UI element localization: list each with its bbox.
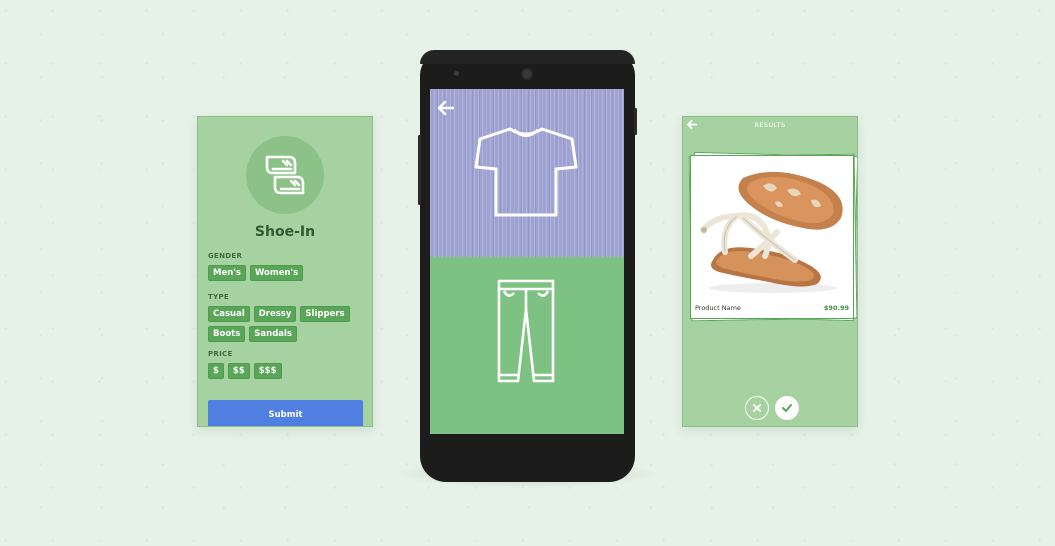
app-title: Shoe-In <box>254 224 316 240</box>
close-icon <box>753 404 761 412</box>
price-label: PRICE <box>208 350 233 358</box>
chip-price-low[interactable]: $ <box>208 363 224 379</box>
bottoms-category-panel[interactable] <box>430 257 624 434</box>
type-label: TYPE <box>208 293 229 301</box>
phone-camera <box>521 68 533 80</box>
tshirt-icon <box>474 127 578 217</box>
phone-power-button <box>634 108 637 135</box>
chip-price-mid[interactable]: $$ <box>227 363 250 379</box>
chip-dressy[interactable]: Dressy <box>253 306 297 322</box>
pants-icon <box>497 279 555 383</box>
results-screen: RESULTS Product Name $90.99 <box>682 116 858 427</box>
phone-screen <box>430 89 624 434</box>
product-card[interactable]: Product Name $90.99 <box>690 155 854 319</box>
tops-category-panel[interactable] <box>430 89 624 257</box>
phone-top-edge <box>420 50 635 64</box>
app-logo <box>246 136 324 214</box>
chip-casual[interactable]: Casual <box>208 306 250 322</box>
chip-mens[interactable]: Men's <box>208 265 246 281</box>
chip-womens[interactable]: Women's <box>249 265 304 281</box>
chip-price-high[interactable]: $$$ <box>253 363 282 379</box>
gender-label: GENDER <box>208 252 243 260</box>
checkmark-icon <box>782 404 792 412</box>
phone-sensor <box>454 71 459 76</box>
submit-button[interactable]: Submit <box>208 400 363 426</box>
gender-options: Men's Women's <box>208 265 366 281</box>
filter-screen: Shoe-In GENDER Men's Women's TYPE Casual… <box>197 116 373 427</box>
back-arrow-icon[interactable] <box>438 101 454 115</box>
shoes-logo-icon <box>265 155 305 195</box>
price-options: $ $$ $$$ <box>208 363 366 379</box>
accept-button[interactable] <box>775 396 799 420</box>
reject-button[interactable] <box>745 396 769 420</box>
product-name: Product Name <box>695 304 741 312</box>
chip-slippers[interactable]: Slippers <box>300 306 350 322</box>
chip-sandals[interactable]: Sandals <box>249 326 297 342</box>
phone-volume-button <box>418 135 421 205</box>
chip-boots[interactable]: Boots <box>208 326 246 342</box>
sandal-product-image <box>691 156 852 298</box>
product-price: $90.99 <box>823 304 849 312</box>
results-title: RESULTS <box>754 121 786 129</box>
type-options: Casual Dressy Slippers Boots Sandals <box>208 306 366 342</box>
